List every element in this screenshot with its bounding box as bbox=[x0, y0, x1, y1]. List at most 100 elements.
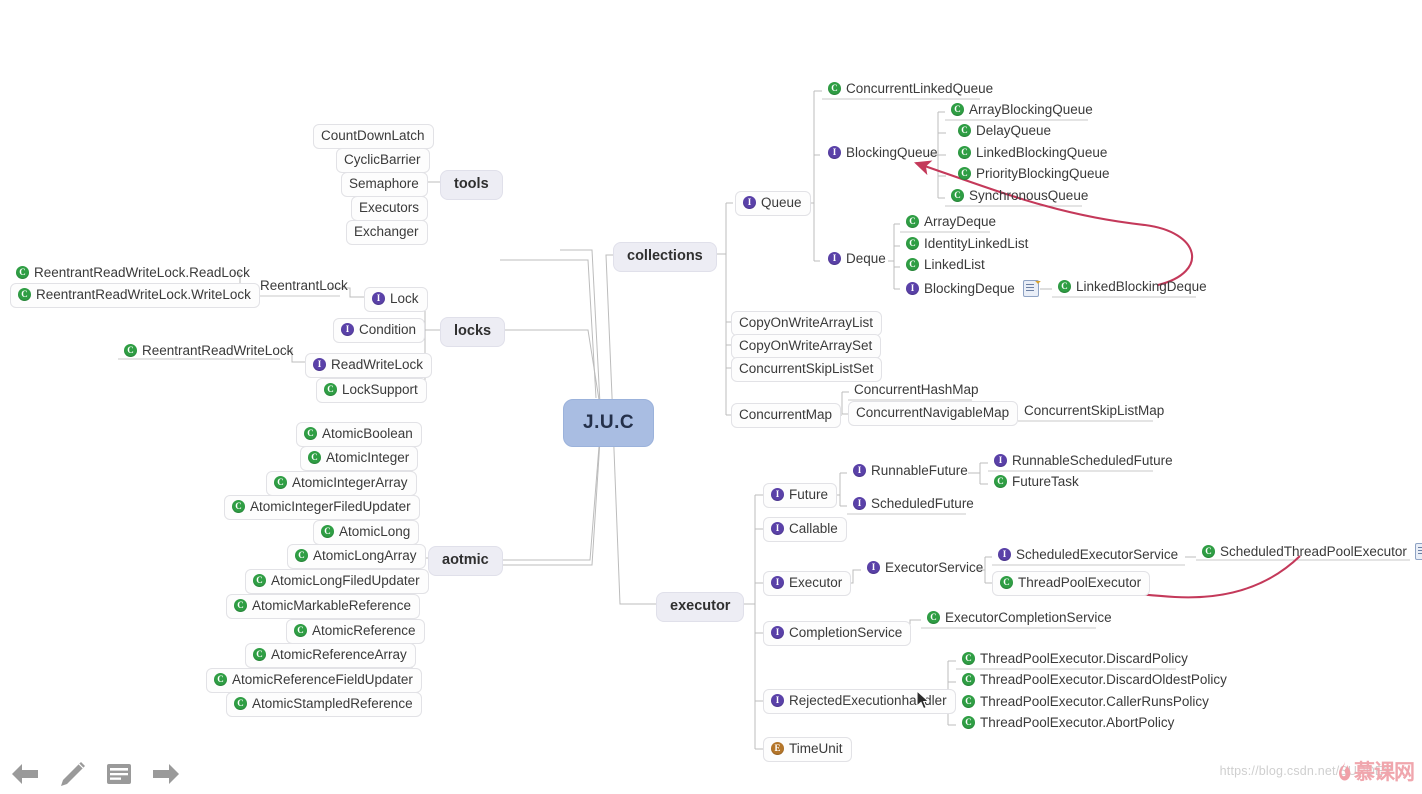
node-concurrentmap[interactable]: ConcurrentMap bbox=[731, 403, 842, 428]
node-label: AtomicIntegerFiledUpdater bbox=[250, 499, 411, 514]
node-concurrentlinkedqueue[interactable]: C ConcurrentLinkedQueue bbox=[822, 79, 999, 100]
edit-pencil-icon[interactable] bbox=[57, 761, 87, 787]
interface-icon: I bbox=[771, 522, 784, 536]
node-condition[interactable]: I Condition bbox=[333, 318, 426, 343]
node-concurrenthashmap[interactable]: ConcurrentHashMap bbox=[848, 380, 985, 401]
node-executorcompletionservice[interactable]: C ExecutorCompletionService bbox=[921, 608, 1118, 629]
node-atomicreferencearray[interactable]: C AtomicReferenceArray bbox=[245, 643, 416, 668]
node-lock[interactable]: I Lock bbox=[364, 287, 428, 312]
node-label: CopyOnWriteArrayList bbox=[739, 315, 874, 330]
notes-icon[interactable] bbox=[104, 761, 134, 787]
node-runnablescheduledfuture[interactable]: I RunnableScheduledFuture bbox=[988, 451, 1179, 472]
node-label: FutureTask bbox=[1012, 474, 1079, 489]
node-copyonwritearraylist[interactable]: CopyOnWriteArrayList bbox=[731, 311, 883, 336]
class-icon: C bbox=[962, 673, 975, 687]
node-synchronousqueue[interactable]: C SynchronousQueue bbox=[945, 186, 1094, 207]
node-blockingqueue[interactable]: I BlockingQueue bbox=[822, 143, 944, 164]
class-icon: C bbox=[253, 648, 266, 662]
node-atomicmarkablereference[interactable]: C AtomicMarkableReference bbox=[226, 594, 421, 619]
node-atomicintegerfiledupdater[interactable]: C AtomicIntegerFiledUpdater bbox=[224, 495, 420, 520]
node-atomicreferencefieldupdater[interactable]: C AtomicReferenceFieldUpdater bbox=[206, 668, 422, 693]
node-blockingdeque[interactable]: I BlockingDeque bbox=[900, 277, 1045, 301]
node-label: AtomicReferenceArray bbox=[271, 647, 407, 662]
forward-icon[interactable] bbox=[151, 761, 181, 787]
node-concurrentskiplistset[interactable]: ConcurrentSkipListSet bbox=[731, 357, 883, 382]
branch-executor[interactable]: executor bbox=[656, 592, 745, 622]
node-discardoldestpolicy[interactable]: C ThreadPoolExecutor.DiscardOldestPolicy bbox=[956, 670, 1233, 691]
node-priorityblockingqueue[interactable]: C PriorityBlockingQueue bbox=[952, 164, 1116, 185]
node-linkedblockingqueue[interactable]: C LinkedBlockingQueue bbox=[952, 143, 1113, 164]
node-threadpoolexecutor[interactable]: C ThreadPoolExecutor bbox=[992, 571, 1151, 596]
back-icon[interactable] bbox=[10, 761, 40, 787]
class-icon: C bbox=[274, 476, 287, 490]
interface-icon: I bbox=[998, 548, 1011, 562]
node-atomicboolean[interactable]: C AtomicBoolean bbox=[296, 422, 422, 447]
node-completionservice[interactable]: I CompletionService bbox=[763, 621, 912, 646]
node-atomicreference[interactable]: C AtomicReference bbox=[286, 619, 425, 644]
node-scheduledthreadpoolexecutor[interactable]: C ScheduledThreadPoolExecutor bbox=[1196, 540, 1422, 564]
node-arraydeque[interactable]: C ArrayDeque bbox=[900, 212, 1002, 233]
node-atomicinteger[interactable]: C AtomicInteger bbox=[300, 446, 419, 471]
node-reentrantlock[interactable]: ReentrantLock bbox=[254, 276, 354, 297]
node-readwritelock[interactable]: I ReadWriteLock bbox=[305, 353, 433, 378]
node-future[interactable]: I Future bbox=[763, 483, 838, 508]
node-concurrentskiplistmap[interactable]: ConcurrentSkipListMap bbox=[1018, 401, 1170, 422]
branch-tools[interactable]: tools bbox=[440, 170, 503, 200]
node-label: ConcurrentLinkedQueue bbox=[846, 81, 994, 96]
node-deque[interactable]: I Deque bbox=[822, 249, 892, 270]
node-timeunit[interactable]: E TimeUnit bbox=[763, 737, 852, 762]
node-label: LockSupport bbox=[342, 382, 418, 397]
branch-aotmic[interactable]: aotmic bbox=[428, 546, 503, 576]
node-reentrantreadwritelock[interactable]: C ReentrantReadWriteLock bbox=[118, 341, 299, 362]
interface-icon: I bbox=[853, 464, 866, 478]
node-atomiclongfiledupdater[interactable]: C AtomicLongFiledUpdater bbox=[245, 569, 429, 594]
node-scheduledexecutorservice[interactable]: I ScheduledExecutorService bbox=[992, 545, 1184, 566]
node-rejectedexecutionhandler[interactable]: I RejectedExecutionhandler bbox=[763, 689, 956, 714]
node-runnablefuture[interactable]: I RunnableFuture bbox=[847, 461, 974, 482]
node-reentrantreadwritelock-readlock[interactable]: C ReentrantReadWriteLock.ReadLock bbox=[10, 263, 256, 284]
node-atomiclong[interactable]: C AtomicLong bbox=[313, 520, 420, 545]
node-atomiclongarray[interactable]: C AtomicLongArray bbox=[287, 544, 426, 569]
node-callable[interactable]: I Callable bbox=[763, 517, 847, 542]
node-delayqueue[interactable]: C DelayQueue bbox=[952, 121, 1057, 142]
node-queue[interactable]: I Queue bbox=[735, 191, 811, 216]
node-executorservice[interactable]: I ExecutorService bbox=[861, 558, 989, 579]
class-icon: C bbox=[1202, 545, 1215, 558]
node-linkedlist[interactable]: C LinkedList bbox=[900, 255, 991, 276]
node-discardpolicy[interactable]: C ThreadPoolExecutor.DiscardPolicy bbox=[956, 649, 1194, 670]
node-scheduledfuture[interactable]: I ScheduledFuture bbox=[847, 494, 980, 515]
node-reentrantreadwritelock-writelock[interactable]: C ReentrantReadWriteLock.WriteLock bbox=[10, 283, 260, 308]
class-icon: C bbox=[1000, 576, 1013, 590]
node-label: ConcurrentMap bbox=[739, 407, 833, 422]
class-icon: C bbox=[906, 258, 919, 272]
node-cyclicbarrier[interactable]: CyclicBarrier bbox=[336, 148, 430, 173]
note-icon[interactable] bbox=[1022, 280, 1039, 297]
branch-collections[interactable]: collections bbox=[613, 242, 717, 272]
node-arrayblockingqueue[interactable]: C ArrayBlockingQueue bbox=[945, 100, 1099, 121]
node-concurrentnavigablemap[interactable]: ConcurrentNavigableMap bbox=[848, 401, 1019, 426]
node-linkedblockingdeque[interactable]: C LinkedBlockingDeque bbox=[1052, 277, 1213, 298]
node-futuretask[interactable]: C FutureTask bbox=[988, 472, 1085, 493]
node-copyonwritearrayset[interactable]: CopyOnWriteArraySet bbox=[731, 334, 882, 359]
node-label: ScheduledExecutorService bbox=[1016, 547, 1179, 562]
node-label: ThreadPoolExecutor.AbortPolicy bbox=[980, 715, 1175, 730]
node-countdownlatch[interactable]: CountDownLatch bbox=[313, 124, 434, 149]
node-callerrunspolicy[interactable]: C ThreadPoolExecutor.CallerRunsPolicy bbox=[956, 692, 1215, 713]
node-identitylinkedlist[interactable]: C IdentityLinkedList bbox=[900, 234, 1034, 255]
node-executor[interactable]: I Executor bbox=[763, 571, 852, 596]
root-node-juc[interactable]: J.U.C bbox=[563, 399, 655, 447]
node-exchanger[interactable]: Exchanger bbox=[346, 220, 428, 245]
node-locksupport[interactable]: C LockSupport bbox=[316, 378, 427, 403]
class-icon: C bbox=[962, 695, 975, 709]
node-abortpolicy[interactable]: C ThreadPoolExecutor.AbortPolicy bbox=[956, 713, 1180, 734]
node-semaphore[interactable]: Semaphore bbox=[341, 172, 428, 197]
node-atomicstampledreference[interactable]: C AtomicStampledReference bbox=[226, 692, 422, 717]
class-icon: C bbox=[962, 652, 975, 666]
node-label: ConcurrentNavigableMap bbox=[856, 405, 1010, 420]
watermark: https://blog.csdn.net/SUPDEV 慕课网 bbox=[1220, 756, 1415, 786]
node-label: LinkedBlockingQueue bbox=[976, 145, 1108, 160]
note-icon[interactable] bbox=[1414, 543, 1422, 560]
node-atomicintegerarray[interactable]: C AtomicIntegerArray bbox=[266, 471, 417, 496]
branch-locks[interactable]: locks bbox=[440, 317, 506, 347]
node-executors[interactable]: Executors bbox=[351, 196, 429, 221]
